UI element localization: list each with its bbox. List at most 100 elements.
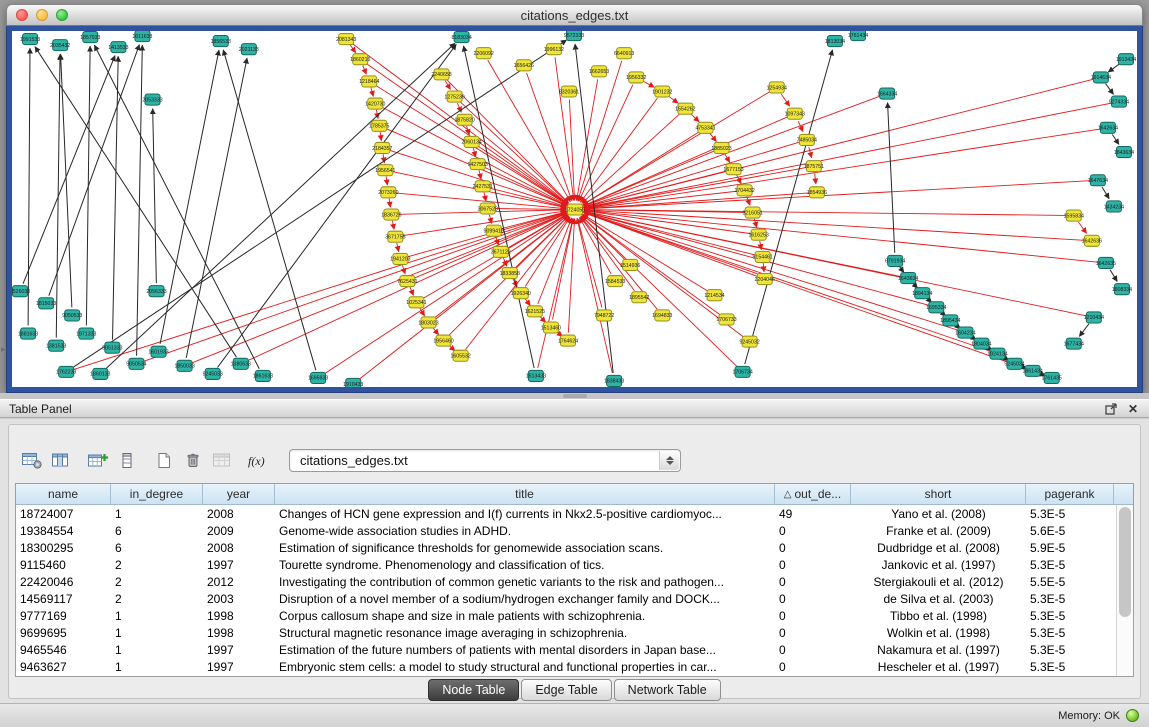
graph-node[interactable]: 2035432	[50, 40, 70, 51]
graph-node[interactable]: 1833858	[500, 267, 520, 278]
table-row[interactable]: 911546021997Tourette syndrome. Phenomeno…	[16, 556, 1117, 573]
table-cell[interactable]: 0	[775, 626, 851, 640]
graph-node[interactable]: 2073260	[378, 187, 398, 198]
import-table-icon[interactable]	[207, 447, 236, 474]
table-cell[interactable]: Embryonic stem cells: a model to study s…	[275, 660, 775, 674]
network-window-titlebar[interactable]: citations_edges.txt	[6, 4, 1143, 26]
graph-node[interactable]: 1996132	[544, 44, 564, 55]
graph-node[interactable]: 1956541	[375, 165, 395, 176]
graph-node[interactable]: 1427503	[468, 159, 488, 170]
graph-node[interactable]: 2011633	[133, 31, 153, 42]
graph-node[interactable]: 1616253	[749, 229, 769, 240]
graph-node[interactable]: 9245033	[203, 368, 223, 379]
table-cell[interactable]: 9699695	[16, 626, 111, 640]
function-builder-icon[interactable]: f(x)	[244, 447, 273, 474]
table-cell[interactable]: 9465546	[16, 643, 111, 657]
graph-node[interactable]: 1861633	[253, 370, 273, 381]
graph-node[interactable]: 1642636	[1082, 235, 1102, 246]
table-cell[interactable]: 2003	[203, 592, 275, 606]
graph-node[interactable]: 1895434	[940, 315, 960, 326]
graph-node[interactable]: 1706733	[716, 314, 736, 325]
graph-node[interactable]: 1901232	[652, 86, 672, 97]
graph-node[interactable]: 8320361	[559, 86, 579, 97]
graph-node[interactable]: 1643634	[898, 273, 918, 284]
graph-node[interactable]: 1413533	[108, 42, 128, 53]
tab-edge-table[interactable]: Edge Table	[521, 679, 611, 701]
table-cell[interactable]: Disruption of a novel member of a sodium…	[275, 592, 775, 606]
graph-node[interactable]: 1836726	[381, 209, 401, 220]
graph-node[interactable]: 1857933	[80, 32, 100, 43]
graph-node[interactable]: 1513460	[541, 322, 561, 333]
table-row[interactable]: 946554611997Estimation of the future num…	[16, 641, 1117, 658]
graph-node[interactable]: 6791934	[885, 255, 905, 266]
table-row[interactable]: 977716911998Corpus callosum shape and si…	[16, 607, 1117, 624]
graph-node[interactable]: 1420730	[365, 98, 385, 109]
table-cell[interactable]: 1	[111, 507, 203, 521]
graph-node[interactable]: 1604234	[955, 327, 975, 338]
table-cell[interactable]: 1	[111, 660, 203, 674]
graph-node[interactable]: 2081343	[336, 34, 356, 45]
graph-node[interactable]: 2526033	[12, 286, 30, 297]
graph-node[interactable]: 1381533	[46, 340, 66, 351]
graph-node[interactable]: 1914634	[1091, 72, 1111, 83]
table-row[interactable]: 1872400712008Changes of HCN gene express…	[16, 505, 1117, 522]
table-cell[interactable]: 5.3E-5	[1026, 558, 1114, 572]
table-cell[interactable]: Wolkin et al. (1998)	[851, 626, 1026, 640]
table-cell[interactable]: Changes of HCN gene expression and I(f) …	[275, 507, 775, 521]
graph-node[interactable]: 1761435	[1042, 372, 1062, 383]
graph-node[interactable]: 1850033	[174, 360, 194, 371]
table-cell[interactable]: 2	[111, 575, 203, 589]
table-cell[interactable]: 1997	[203, 558, 275, 572]
graph-node[interactable]: 1926340	[511, 288, 531, 299]
table-cell[interactable]: 2008	[203, 541, 275, 555]
graph-node[interactable]: 9050534	[126, 358, 146, 369]
graph-node[interactable]: 1860133	[90, 368, 110, 379]
table-cell[interactable]: 5.3E-5	[1026, 592, 1114, 606]
graph-node[interactable]: 9154461	[753, 251, 773, 262]
graph-node[interactable]: 1854936	[807, 187, 827, 198]
graph-node[interactable]: 1275230	[444, 91, 464, 102]
table-cell[interactable]: Jankovic et al. (1997)	[851, 558, 1026, 572]
graph-node[interactable]: 1214534	[704, 290, 724, 301]
graph-node[interactable]: 1584533	[605, 276, 625, 287]
table-cell[interactable]: Yano et al. (2008)	[851, 507, 1026, 521]
graph-node[interactable]: 1956332	[626, 72, 646, 83]
graph-node[interactable]: 1025341	[406, 297, 426, 308]
graph-node[interactable]: 1856533	[211, 36, 231, 47]
graph-node[interactable]: 7948722	[594, 310, 614, 321]
graph-node[interactable]: 8183034	[451, 32, 471, 43]
graph-node[interactable]: 3671122	[491, 246, 511, 257]
graph-node[interactable]: 1724055	[565, 204, 585, 215]
graph-node[interactable]: 1764624	[558, 335, 578, 346]
table-cell[interactable]: 18724007	[16, 507, 111, 521]
table-cell[interactable]: 5.5E-5	[1026, 575, 1114, 589]
graph-node[interactable]: 9274334	[1109, 96, 1129, 107]
table-cell[interactable]: 1	[111, 609, 203, 623]
vertical-scrollbar[interactable]	[1116, 505, 1133, 676]
graph-node[interactable]: 1605532	[450, 350, 470, 361]
close-button[interactable]	[16, 9, 28, 21]
graph-node[interactable]: 2060134	[461, 136, 481, 147]
table-row[interactable]: 969969511998Structural magnetic resonanc…	[16, 624, 1117, 641]
graph-node[interactable]: 2053333	[142, 94, 162, 105]
graph-node[interactable]: 1513433	[526, 370, 546, 381]
table-cell[interactable]: Tourette syndrome. Phenomenology and cla…	[275, 558, 775, 572]
graph-node[interactable]: 1218464	[359, 76, 379, 87]
graph-node[interactable]: 1662653	[589, 66, 609, 77]
table-cell[interactable]: 49	[775, 507, 851, 521]
graph-node[interactable]: 9245032	[739, 336, 759, 347]
graph-node[interactable]: 1706734	[732, 366, 752, 377]
table-cell[interactable]: 1998	[203, 626, 275, 640]
graph-node[interactable]: 1875751	[804, 161, 824, 172]
column-header-short[interactable]: short	[851, 484, 1026, 504]
table-cell[interactable]: 6	[111, 541, 203, 555]
table-cell[interactable]: Tibbo et al. (1998)	[851, 609, 1026, 623]
close-panel-icon[interactable]: ✕	[1126, 402, 1140, 416]
graph-node[interactable]: 1097343	[785, 108, 805, 119]
graph-node[interactable]: 1695334	[926, 302, 946, 313]
graph-node[interactable]: 2021133	[239, 44, 259, 55]
table-cell[interactable]: 5.3E-5	[1026, 626, 1114, 640]
column-header-in-degree[interactable]: in_degree	[111, 484, 203, 504]
column-header-year[interactable]: year	[203, 484, 275, 504]
new-table-icon[interactable]	[149, 447, 178, 474]
